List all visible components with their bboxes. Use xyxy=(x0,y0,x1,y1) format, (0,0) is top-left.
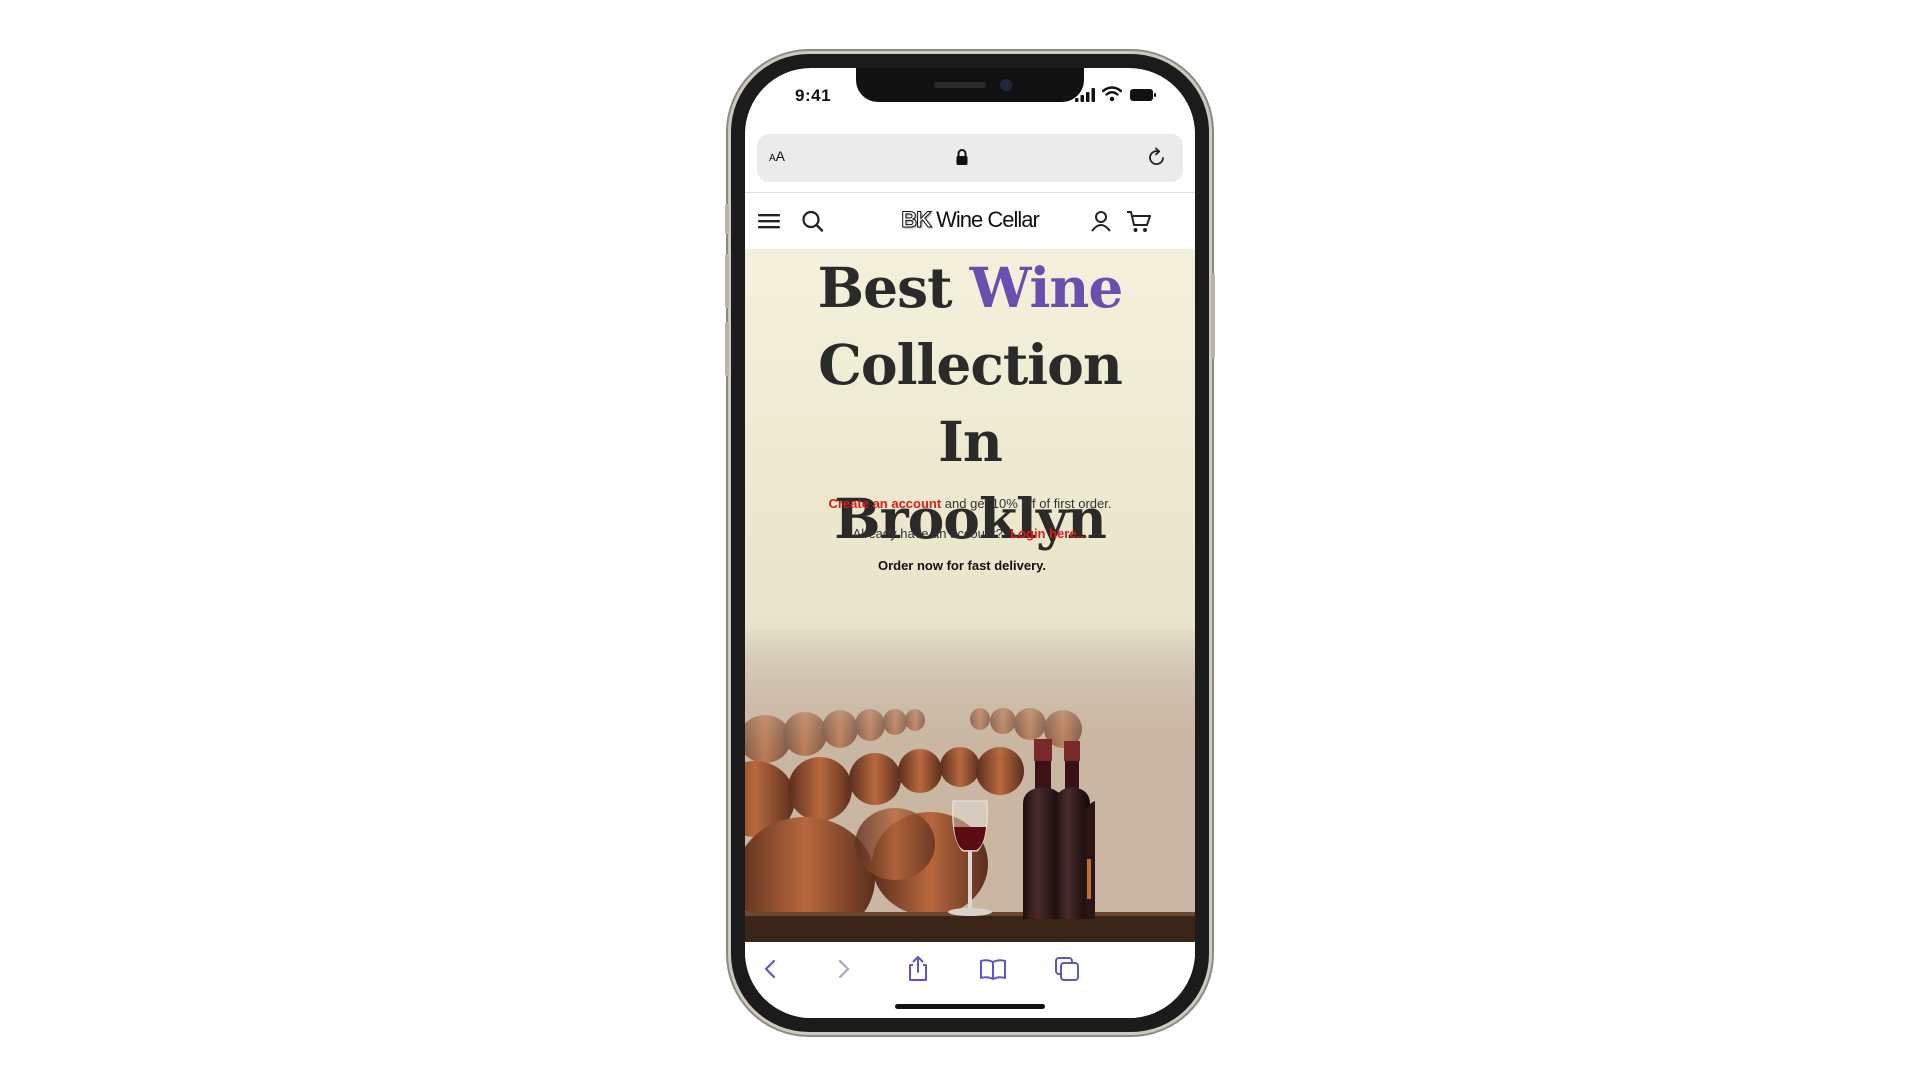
chevron-left-icon[interactable] xyxy=(755,954,785,984)
phone-frame: 9:41 AA BK Wine Cellar Best Wine Collect… xyxy=(725,54,1215,1032)
wine-cellar-image xyxy=(745,629,1195,942)
address-bar[interactable]: AA xyxy=(757,134,1183,182)
headline-line-3: In xyxy=(938,409,1003,474)
lock-icon xyxy=(956,149,968,165)
headline-line-2: Collection xyxy=(818,332,1123,397)
user-icon[interactable] xyxy=(1087,207,1115,235)
headline-line-4: Brooklyn xyxy=(834,486,1107,551)
phone-screen: 9:41 AA BK Wine Cellar Best Wine Collect… xyxy=(745,68,1195,1018)
status-bar: 9:41 xyxy=(745,68,1195,122)
status-time: 9:41 xyxy=(795,86,832,105)
speaker xyxy=(934,82,986,88)
delivery-text: Order now for fast delivery. xyxy=(877,558,1047,573)
site-header: BK Wine Cellar xyxy=(745,192,1195,250)
notch xyxy=(856,68,1084,102)
site-logo[interactable]: BK Wine Cellar xyxy=(890,207,1050,233)
mute-switch xyxy=(725,204,729,234)
text-size-button[interactable]: AA xyxy=(769,148,785,164)
search-icon[interactable] xyxy=(799,207,827,235)
tabs-icon[interactable] xyxy=(1052,954,1082,984)
power-button xyxy=(1211,274,1215,358)
battery-icon xyxy=(1130,89,1156,101)
headline-line-1: Best Wine xyxy=(817,255,1124,320)
volume-down-button xyxy=(725,322,729,376)
browser-toolbar xyxy=(745,942,1195,1018)
cart-icon[interactable] xyxy=(1125,207,1153,235)
menu-icon[interactable] xyxy=(755,207,783,235)
chevron-right-icon[interactable] xyxy=(829,954,859,984)
volume-up-button xyxy=(725,254,729,308)
home-indicator[interactable] xyxy=(895,1004,1045,1009)
signup-promo: Create an account and get 10% off of fir… xyxy=(828,496,1112,511)
login-link[interactable]: Login here... xyxy=(1010,526,1087,541)
book-icon[interactable] xyxy=(978,954,1008,984)
share-icon[interactable] xyxy=(903,954,933,984)
reload-icon[interactable] xyxy=(1146,146,1168,168)
create-account-link[interactable]: Create an account xyxy=(828,496,941,511)
wifi-icon xyxy=(1102,86,1122,102)
camera xyxy=(1000,79,1012,91)
cellular-signal-icon xyxy=(1075,88,1095,102)
hero-section: Best Wine Collection In Brooklyn Create … xyxy=(745,249,1195,942)
login-prompt: Already have an account? Login here... xyxy=(852,526,1088,541)
